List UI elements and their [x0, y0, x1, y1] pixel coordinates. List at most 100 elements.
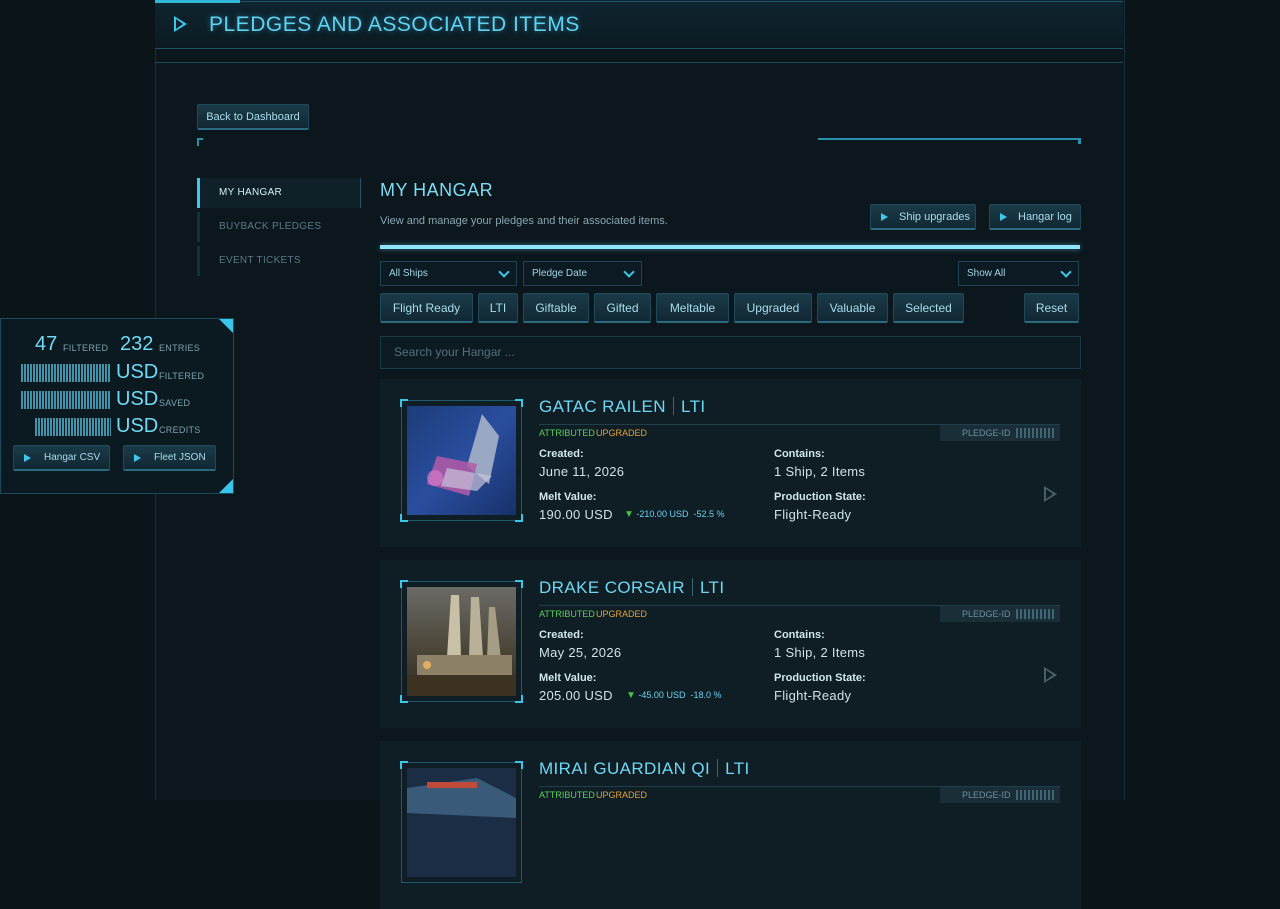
play-icon [1000, 213, 1007, 221]
button-label: Fleet JSON [154, 452, 206, 463]
down-arrow-icon: ▼ [626, 690, 636, 701]
filter-giftable[interactable]: Giftable [523, 293, 589, 323]
active-indicator [197, 178, 200, 208]
play-icon [174, 16, 187, 32]
filter-meltable[interactable]: Meltable [656, 293, 729, 323]
corner-accent [197, 138, 203, 140]
pledge-name: DRAKE CORSAIR LTI [539, 578, 725, 597]
usd-currency: USD [116, 361, 159, 383]
select-value: Pledge Date [532, 268, 588, 279]
reset-button[interactable]: Reset [1024, 293, 1079, 323]
fleet-json-button[interactable]: Fleet JSON [123, 445, 216, 471]
button-label: Hangar log [1018, 211, 1072, 223]
filtered-count-label: FILTERED [63, 343, 109, 353]
melt-value: 205.00 USD [539, 688, 613, 703]
section-divider [380, 245, 1080, 249]
ship-thumbnail [407, 587, 516, 696]
title-accent-line [155, 0, 240, 3]
pledge-name: MIRAI GUARDIAN QI LTI [539, 759, 750, 778]
select-value: Show All [967, 268, 1006, 279]
ship-upgrades-button[interactable]: Ship upgrades [870, 204, 976, 230]
production-state-value: Flight-Ready [774, 507, 852, 522]
redacted-value [1016, 428, 1054, 438]
insurance-label: LTI [699, 578, 725, 597]
melt-value: 190.00 USD [539, 507, 613, 522]
melt-value-label: Melt Value: [539, 672, 597, 684]
title-bar: PLEDGES AND ASSOCIATED ITEMS [155, 0, 1123, 49]
section-title: MY HANGAR [380, 180, 494, 200]
sort-select[interactable]: Pledge Date [523, 261, 642, 286]
button-label: Hangar CSV [44, 452, 101, 463]
hangar-log-button[interactable]: Hangar log [989, 204, 1081, 230]
redacted-value [21, 391, 111, 409]
upgraded-badge: UPGRADED [596, 609, 648, 619]
attributed-badge: ATTRIBUTED [539, 428, 595, 438]
sidebar-item-my-hangar[interactable]: MY HANGAR [197, 178, 361, 208]
filtered-count: 47 [35, 333, 58, 355]
redacted-value [1016, 790, 1054, 800]
usd-currency: USD [116, 388, 159, 410]
pledge-card[interactable]: MIRAI GUARDIAN QI LTI ATTRIBUTED UPGRADED… [380, 741, 1081, 909]
item-indicator [197, 212, 200, 242]
filter-lti[interactable]: LTI [478, 293, 518, 323]
filter-flight-ready[interactable]: Flight Ready [380, 293, 473, 323]
production-state-label: Production State: [774, 672, 866, 684]
entries-count: 232 [120, 333, 154, 355]
ship-thumbnail [407, 406, 516, 515]
section-description: View and manage your pledges and their a… [380, 215, 668, 227]
ship-thumbnail-frame [400, 580, 523, 703]
melt-value-label: Melt Value: [539, 491, 597, 503]
hangar-csv-button[interactable]: Hangar CSV [13, 445, 110, 471]
usd-currency: USD [116, 415, 159, 437]
header-accent-line [818, 138, 1080, 140]
ships-select[interactable]: All Ships [380, 261, 517, 286]
corner-accent [219, 479, 233, 493]
filter-upgraded[interactable]: Upgraded [734, 293, 812, 323]
filter-valuable[interactable]: Valuable [817, 293, 888, 323]
created-value: May 25, 2026 [539, 645, 622, 660]
pledge-id-label: PLEDGE-ID [962, 609, 1011, 619]
redacted-value [1016, 609, 1054, 619]
pledge-id-badge: PLEDGE-ID [940, 425, 1060, 441]
expand-play-icon[interactable] [1044, 486, 1057, 502]
sidebar-item-event-tickets[interactable]: EVENT TICKETS [197, 246, 361, 276]
sidebar-item-label: BUYBACK PLEDGES [219, 221, 322, 232]
contains-value: 1 Ship, 2 Items [774, 645, 866, 660]
upgraded-badge: UPGRADED [596, 428, 648, 438]
search-input[interactable]: Search your Hangar ... [380, 336, 1081, 369]
ship-thumbnail-frame [400, 761, 523, 883]
sidebar-item-label: EVENT TICKETS [219, 255, 301, 266]
entries-count-label: ENTRIES [159, 343, 201, 353]
back-to-dashboard-button[interactable]: Back to Dashboard [197, 104, 309, 130]
corner-accent [219, 319, 233, 333]
melt-delta: ▼ -210.00 USD -52.5 % [624, 509, 725, 520]
pledge-name: GATAC RAILEN LTI [539, 397, 706, 416]
ship-thumbnail-frame [400, 399, 523, 522]
select-value: All Ships [389, 268, 428, 279]
chevron-down-icon [623, 266, 635, 278]
pledge-card[interactable]: DRAKE CORSAIR LTI ATTRIBUTED UPGRADED PLE… [380, 560, 1081, 728]
chevron-down-icon [1060, 266, 1072, 278]
insurance-label: LTI [725, 759, 750, 778]
title-divider [155, 62, 1123, 63]
attributed-badge: ATTRIBUTED [539, 790, 595, 800]
filter-gifted[interactable]: Gifted [594, 293, 651, 323]
filter-selected[interactable]: Selected [893, 293, 964, 323]
usd-filtered-label: FILTERED [159, 371, 205, 381]
contains-label: Contains: [774, 629, 825, 641]
created-label: Created: [539, 448, 584, 460]
pledge-id-label: PLEDGE-ID [962, 428, 1011, 438]
contains-value: 1 Ship, 2 Items [774, 464, 866, 479]
show-select[interactable]: Show All [958, 261, 1079, 286]
ship-thumbnail [407, 768, 516, 877]
play-icon [24, 454, 31, 462]
chevron-down-icon [498, 266, 510, 278]
pledge-id-badge: PLEDGE-ID [940, 606, 1060, 622]
sidebar-item-buyback-pledges[interactable]: BUYBACK PLEDGES [197, 212, 361, 242]
expand-play-icon[interactable] [1044, 667, 1057, 683]
production-state-value: Flight-Ready [774, 688, 852, 703]
pledge-id-label: PLEDGE-ID [962, 790, 1011, 800]
melt-delta: ▼ -45.00 USD -18.0 % [626, 690, 722, 701]
pledge-id-badge: PLEDGE-ID [940, 787, 1060, 803]
pledge-card[interactable]: GATAC RAILEN LTI ATTRIBUTED UPGRADED PLED… [380, 379, 1081, 547]
